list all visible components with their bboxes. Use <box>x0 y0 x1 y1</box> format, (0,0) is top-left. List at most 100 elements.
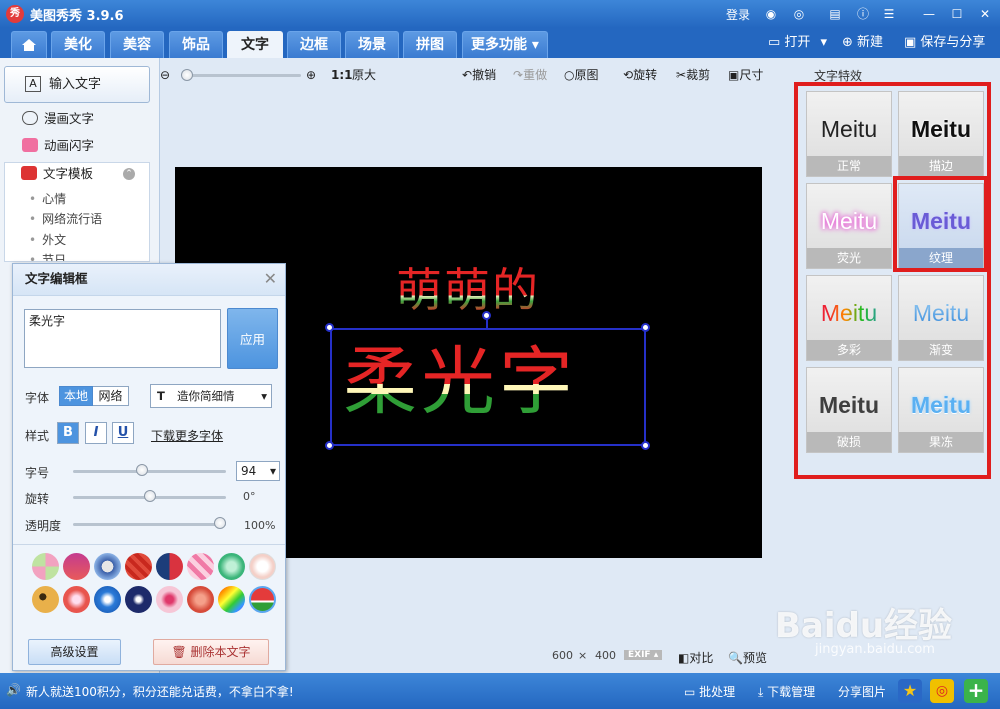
undo-button[interactable]: ↶撤销 <box>462 66 496 84</box>
info-icon[interactable]: ⓘ <box>854 5 872 23</box>
anim-text-item[interactable]: 动画闪字 <box>22 137 94 155</box>
login-link[interactable]: 登录 <box>726 6 750 23</box>
text-input[interactable]: 柔光字 <box>24 309 221 368</box>
redo-button[interactable]: ↷重做 <box>513 66 547 84</box>
texture-swatch[interactable] <box>63 586 90 613</box>
template-item[interactable]: 节日 <box>29 251 66 261</box>
texture-swatch[interactable] <box>63 553 90 580</box>
effect-normal[interactable]: Meitu 正常 <box>806 91 892 177</box>
texture-swatch[interactable] <box>187 586 214 613</box>
minimize-icon[interactable]: — <box>920 5 938 23</box>
crop-button[interactable]: ✂裁剪 <box>676 66 710 84</box>
italic-button[interactable]: I <box>85 422 107 444</box>
font-select[interactable]: T 造你简细情 ▾ <box>150 384 272 408</box>
texture-swatch[interactable] <box>94 553 121 580</box>
resize-handle-br[interactable] <box>641 441 650 450</box>
collapse-icon[interactable]: ⌃ <box>123 168 135 180</box>
actual-size-ratio[interactable]: 1:1 <box>331 66 353 84</box>
new-button[interactable]: ⊕ 新建 <box>842 33 883 53</box>
template-item[interactable]: 网络流行语 <box>29 210 102 227</box>
texture-swatch[interactable] <box>218 553 245 580</box>
actual-size-button[interactable]: 原大 <box>352 66 376 84</box>
rotate-slider-knob[interactable] <box>143 490 156 502</box>
effect-jelly[interactable]: Meitu 果冻 <box>898 367 984 453</box>
download-manager-button[interactable]: ⤓ 下载管理 <box>758 683 815 700</box>
open-button[interactable]: ▭ 打开 ▾ <box>768 33 827 53</box>
template-item[interactable]: 外文 <box>29 231 66 248</box>
opacity-slider[interactable] <box>73 523 226 526</box>
tab-more-features[interactable]: 更多功能 ▾ <box>462 31 548 58</box>
resize-handle-tl[interactable] <box>325 323 334 332</box>
compare-button[interactable]: ◧对比 <box>678 649 713 666</box>
notebook-icon[interactable]: ▤ <box>826 5 844 23</box>
tab-beautify[interactable]: 美化 <box>51 31 105 58</box>
weibo-icon[interactable]: ◎ <box>790 5 808 23</box>
exif-button[interactable]: EXIF ▴ <box>624 650 663 660</box>
save-share-button[interactable]: ▣ 保存与分享 <box>904 33 985 53</box>
resize-handle-bl[interactable] <box>325 441 334 450</box>
tab-collage[interactable]: 拼图 <box>403 31 457 58</box>
tab-beauty[interactable]: 美容 <box>110 31 164 58</box>
zoom-in-icon[interactable]: ⊕ <box>306 66 316 84</box>
size-slider[interactable] <box>73 470 226 473</box>
zoom-slider[interactable] <box>181 74 301 77</box>
effect-glow[interactable]: Meitu 荧光 <box>806 183 892 269</box>
comic-text-item[interactable]: 漫画文字 <box>22 110 94 128</box>
weibo-icon[interactable]: ◎ <box>930 679 954 703</box>
tab-frame[interactable]: 边框 <box>287 31 341 58</box>
apply-button[interactable]: 应用 <box>227 308 278 369</box>
texture-swatch[interactable] <box>249 553 276 580</box>
texture-swatch-selected[interactable] <box>249 586 276 613</box>
original-image-button[interactable]: ○原图 <box>564 66 599 84</box>
texture-swatch[interactable] <box>156 586 183 613</box>
opacity-slider-knob[interactable] <box>214 517 226 529</box>
maximize-icon[interactable]: ☐ <box>948 5 966 23</box>
resize-handle-tr[interactable] <box>641 323 650 332</box>
canvas-text-line1[interactable]: 萌萌的 <box>396 262 540 318</box>
texture-swatch[interactable] <box>156 553 183 580</box>
status-message[interactable]: 新人就送100积分，积分还能兑话费，不拿白不拿! <box>26 683 294 700</box>
dimensions-button[interactable]: ▣尺寸 <box>728 66 763 84</box>
preview-button[interactable]: 🔍预览 <box>728 649 767 666</box>
share-image-button[interactable]: 分享图片 <box>838 683 886 700</box>
input-text-button[interactable]: A 输入文字 <box>4 66 150 103</box>
size-select[interactable]: 94 ▾ <box>236 461 280 481</box>
font-web-tab[interactable]: 网络 <box>93 386 129 406</box>
star-icon[interactable]: ★ <box>898 679 922 703</box>
rotate-button[interactable]: ⟲旋转 <box>623 66 657 84</box>
font-local-tab[interactable]: 本地 <box>59 386 93 406</box>
canvas-text-line2[interactable]: 柔光字 <box>343 332 577 432</box>
effect-damaged[interactable]: Meitu 破损 <box>806 367 892 453</box>
effect-multicolor[interactable]: Meitu 多彩 <box>806 275 892 361</box>
zoom-out-icon[interactable]: ⊖ <box>160 66 170 84</box>
underline-button[interactable]: U <box>112 422 134 444</box>
size-slider-knob[interactable] <box>136 464 149 476</box>
texture-swatch[interactable] <box>125 586 152 613</box>
delete-text-button[interactable]: 🗑 删除本文字 <box>153 639 269 665</box>
qq-icon[interactable]: ◉ <box>762 5 780 23</box>
tab-accessories[interactable]: 饰品 <box>169 31 223 58</box>
close-icon[interactable]: ✕ <box>264 270 277 288</box>
home-tab[interactable] <box>11 31 47 58</box>
template-item[interactable]: 心情 <box>29 190 66 207</box>
texture-swatch[interactable] <box>187 553 214 580</box>
zoom-slider-knob[interactable] <box>181 69 193 81</box>
template-header[interactable]: 文字模板 <box>21 165 93 183</box>
settings-icon[interactable]: ☰ <box>880 5 898 23</box>
plus-icon[interactable]: + <box>964 679 988 703</box>
tab-scene[interactable]: 场景 <box>345 31 399 58</box>
effect-stroke[interactable]: Meitu 描边 <box>898 91 984 177</box>
texture-swatch[interactable] <box>218 586 245 613</box>
style-label: 样式 <box>25 429 50 443</box>
tab-text[interactable]: 文字 <box>227 31 283 58</box>
bold-button[interactable]: B <box>57 422 79 444</box>
close-icon[interactable]: ✕ <box>976 5 994 23</box>
texture-swatch[interactable] <box>125 553 152 580</box>
advanced-settings-button[interactable]: 高级设置 <box>28 639 121 665</box>
texture-swatch[interactable] <box>94 586 121 613</box>
batch-button[interactable]: ▭ 批处理 <box>684 683 735 700</box>
download-fonts-link[interactable]: 下载更多字体 <box>151 427 223 444</box>
texture-swatch[interactable] <box>32 586 59 613</box>
texture-swatch[interactable] <box>32 553 59 580</box>
effect-gradient[interactable]: Meitu 渐变 <box>898 275 984 361</box>
